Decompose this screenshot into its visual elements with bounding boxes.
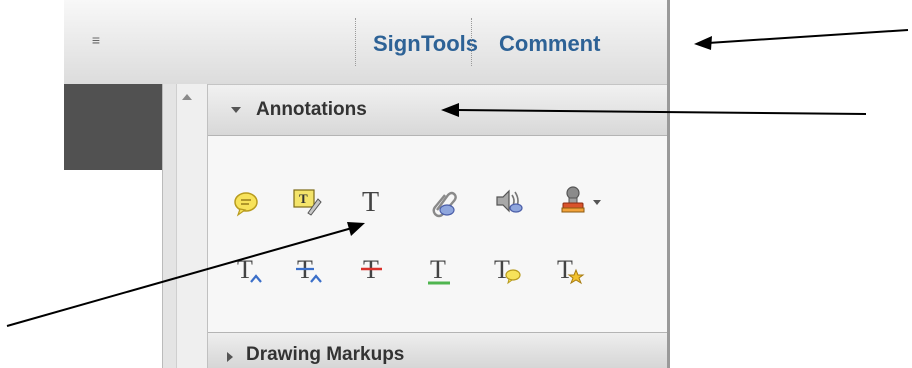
tab-separator <box>355 18 356 66</box>
annotations-title[interactable]: Annotations <box>256 98 367 122</box>
document-background <box>64 84 162 170</box>
sticky-note-icon[interactable] <box>232 189 262 219</box>
strikethrough-icon[interactable]: T <box>360 256 390 286</box>
attach-file-icon[interactable] <box>428 188 458 218</box>
toolbar-menu-icon[interactable]: ≡ <box>88 32 104 48</box>
chevron-right-icon[interactable] <box>227 352 233 362</box>
tab-sign[interactable]: Sign <box>373 28 421 60</box>
vertical-scrollbar[interactable] <box>176 84 208 368</box>
svg-text:T: T <box>557 256 573 284</box>
stamp-dropdown-icon[interactable] <box>593 200 601 205</box>
svg-text:T: T <box>237 256 253 284</box>
tab-separator <box>471 18 472 66</box>
scroll-up-arrow-icon[interactable] <box>182 94 192 100</box>
svg-text:T: T <box>299 191 308 206</box>
tab-comment[interactable]: Comment <box>499 28 600 60</box>
insert-text-icon[interactable]: T <box>236 256 266 286</box>
svg-text:T: T <box>430 256 446 284</box>
text-star-icon[interactable]: T <box>556 256 586 286</box>
replace-text-icon[interactable]: T <box>296 256 326 286</box>
pane-right-border <box>667 0 670 368</box>
text-note-icon[interactable]: T <box>493 256 523 286</box>
document-page[interactable] <box>64 170 162 368</box>
highlight-text-icon[interactable]: T <box>292 187 322 217</box>
svg-text:T: T <box>494 256 510 284</box>
chevron-down-icon[interactable] <box>231 107 241 113</box>
add-text-icon[interactable]: T <box>358 186 388 216</box>
arrow-to-comment-tab <box>707 29 909 44</box>
annotations-tools-area <box>208 136 667 332</box>
underline-icon[interactable]: T <box>427 256 457 286</box>
tab-tools[interactable]: Tools <box>421 28 478 60</box>
record-audio-icon[interactable] <box>494 186 524 216</box>
svg-text:T: T <box>362 187 379 216</box>
document-page-edge <box>162 84 163 368</box>
drawing-markups-title[interactable]: Drawing Markups <box>246 343 404 367</box>
stamp-icon[interactable] <box>559 185 589 215</box>
